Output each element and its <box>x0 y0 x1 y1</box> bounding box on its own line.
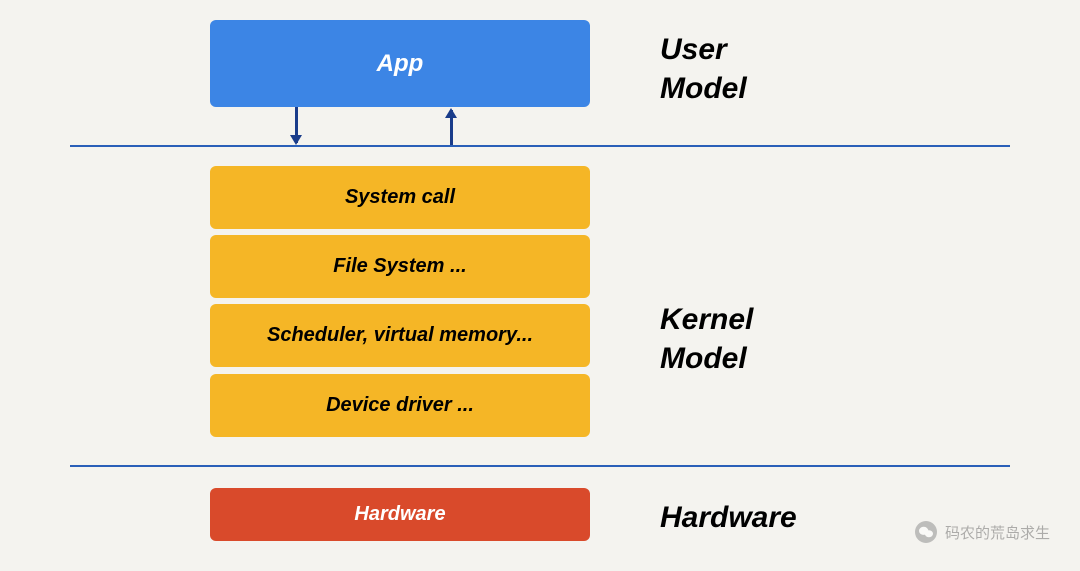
hardware-section-label: Hardware <box>660 498 797 537</box>
arrow-down-icon <box>295 107 298 143</box>
kernel-system-call-box: System call <box>210 166 590 229</box>
divider-user-kernel <box>70 145 1010 147</box>
kernel-box-label: File System ... <box>333 255 466 278</box>
kernel-model-label: Kernel Model <box>660 300 753 378</box>
hardware-label: Hardware <box>354 503 445 526</box>
kernel-file-system-box: File System ... <box>210 235 590 298</box>
app-layer-box: App <box>210 20 590 107</box>
hardware-layer-box: Hardware <box>210 488 590 541</box>
user-model-label: User Model <box>660 30 747 108</box>
kernel-scheduler-box: Scheduler, virtual memory... <box>210 304 590 367</box>
system-model-diagram: App System call File System ... Schedule… <box>0 0 1080 571</box>
watermark-text: 码农的荒岛求生 <box>945 522 1050 543</box>
kernel-box-label: System call <box>345 186 455 209</box>
kernel-device-driver-box: Device driver ... <box>210 374 590 437</box>
kernel-box-label: Device driver ... <box>326 394 474 417</box>
app-label: App <box>377 50 424 78</box>
wechat-icon <box>915 521 937 543</box>
arrow-up-icon <box>450 110 453 145</box>
watermark: 码农的荒岛求生 <box>915 521 1050 543</box>
divider-kernel-hardware <box>70 465 1010 467</box>
kernel-box-label: Scheduler, virtual memory... <box>267 324 533 347</box>
